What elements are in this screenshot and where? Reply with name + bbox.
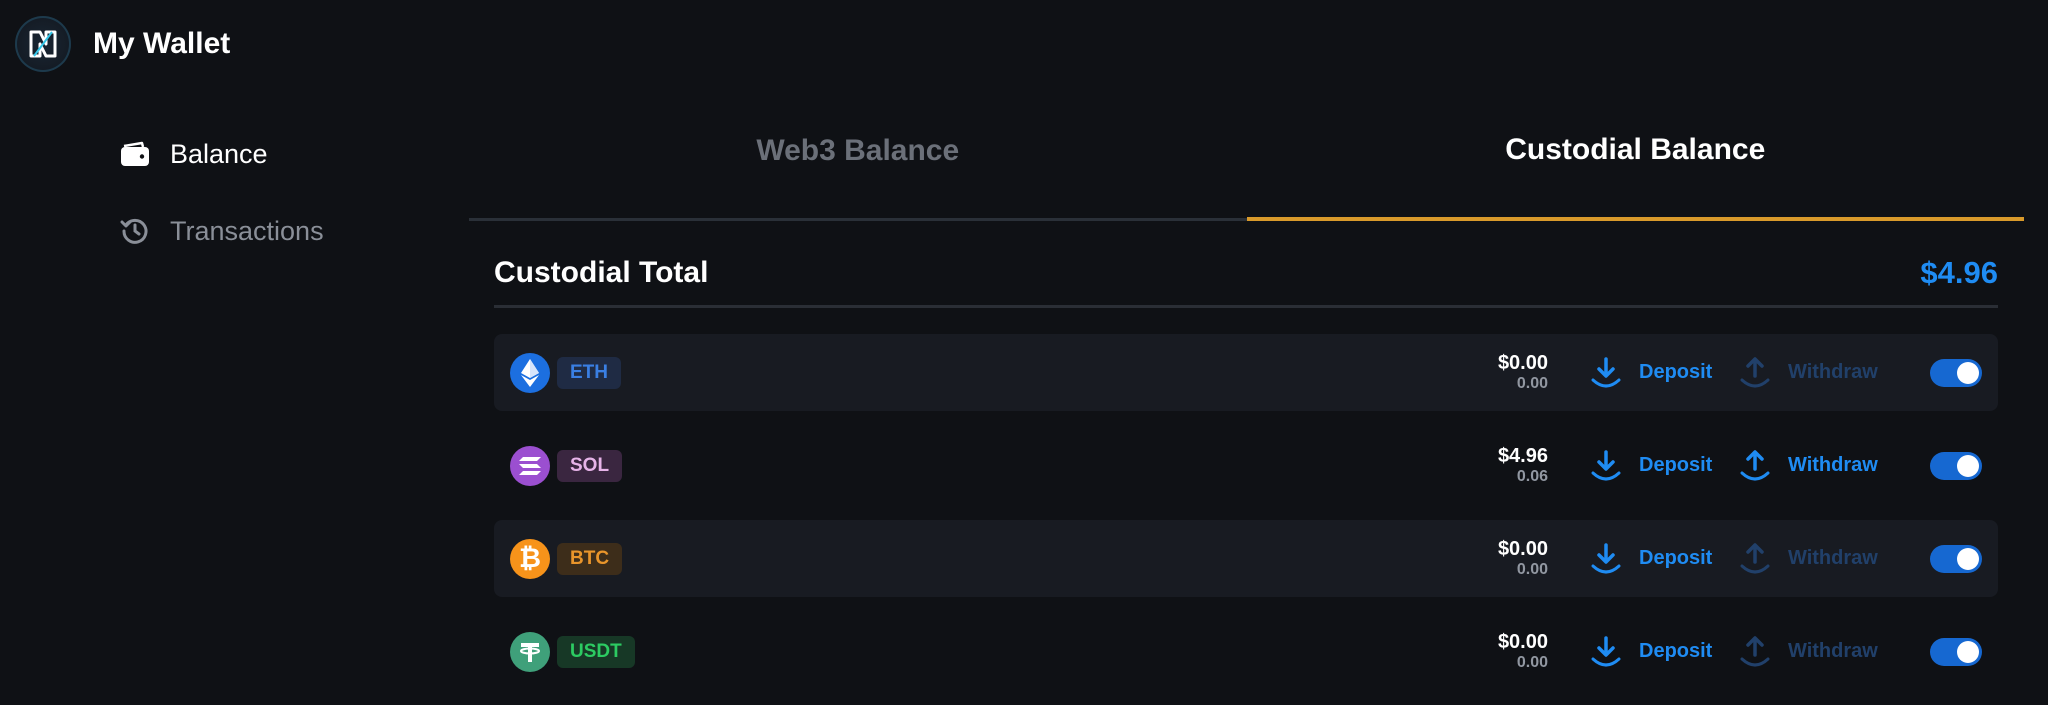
sidebar-item-label: Balance — [170, 139, 268, 169]
ticker-badge: USDT — [557, 635, 635, 668]
toggle-knob — [1957, 454, 1979, 477]
deposit-icon — [1591, 542, 1621, 573]
toggle-knob — [1957, 547, 1979, 570]
usdt-icon — [510, 631, 550, 672]
usd-value: $0.00 — [1497, 537, 1548, 560]
eth-icon — [510, 352, 550, 393]
asset-amounts: $4.96 0.06 — [1498, 445, 1548, 487]
deposit-button[interactable]: Deposit — [1591, 635, 1712, 669]
sidebar-item-balance[interactable]: Balance — [120, 129, 268, 179]
withdraw-icon — [1740, 635, 1770, 666]
deposit-button[interactable]: Deposit — [1591, 356, 1712, 390]
asset-toggle[interactable] — [1930, 358, 1982, 387]
asset-row-eth: ETH $0.00 0.00 Deposit Withdraw — [494, 334, 1998, 411]
deposit-label: Deposit — [1639, 640, 1713, 662]
asset-row-usdt: USDT $0.00 0.00 Deposit Withdraw — [494, 613, 1998, 690]
ticker-badge: BTC — [557, 542, 623, 575]
toggle-knob — [1957, 640, 1979, 663]
withdraw-button[interactable]: Withdraw — [1740, 635, 1878, 669]
asset-amounts: $0.00 0.00 — [1498, 352, 1548, 394]
balance-tabs: Web3 Balance Custodial Balance — [469, 105, 2024, 221]
tab-custodial-balance[interactable]: Custodial Balance — [1246, 105, 2024, 221]
coin-quantity: 0.00 — [1516, 374, 1548, 392]
app-header: My Wallet — [0, 0, 2048, 88]
bitcoin-glyph: ₿ — [518, 543, 541, 574]
asset-row-sol: SOL $4.96 0.06 Deposit Withdraw — [494, 427, 1998, 504]
deposit-button[interactable]: Deposit — [1591, 542, 1712, 576]
toggle-knob — [1957, 361, 1979, 384]
withdraw-icon — [1740, 449, 1770, 480]
asset-toggle[interactable] — [1930, 637, 1982, 666]
total-value: $4.96 — [1920, 254, 1998, 290]
deposit-label: Deposit — [1639, 361, 1713, 383]
withdraw-button[interactable]: Withdraw — [1740, 449, 1878, 483]
deposit-label: Deposit — [1639, 454, 1713, 476]
withdraw-icon — [1740, 356, 1770, 387]
coin-quantity: 0.06 — [1516, 467, 1548, 485]
withdraw-label: Withdraw — [1788, 640, 1878, 662]
sidebar-item-label: Transactions — [170, 216, 324, 246]
asset-row-btc: ₿ BTC $0.00 0.00 Deposit Withdraw — [494, 520, 1998, 597]
withdraw-label: Withdraw — [1788, 454, 1878, 476]
nx-logo-icon[interactable] — [15, 16, 71, 72]
usd-value: $0.00 — [1497, 630, 1548, 653]
sol-icon — [510, 445, 550, 486]
tab-web3-balance[interactable]: Web3 Balance — [469, 105, 1247, 221]
deposit-icon — [1591, 635, 1621, 666]
asset-amounts: $0.00 0.00 — [1498, 538, 1548, 580]
deposit-button[interactable]: Deposit — [1591, 449, 1712, 483]
coin-quantity: 0.00 — [1516, 653, 1548, 671]
ticker-badge: ETH — [557, 356, 621, 389]
asset-toggle[interactable] — [1930, 451, 1982, 480]
deposit-icon — [1591, 356, 1621, 387]
custodial-total-row: Custodial Total $4.96 — [494, 240, 1998, 308]
sidebar-item-transactions[interactable]: Transactions — [120, 206, 324, 256]
history-icon — [120, 216, 150, 246]
coin-quantity: 0.00 — [1516, 560, 1548, 578]
withdraw-icon — [1740, 542, 1770, 573]
usd-value: $0.00 — [1497, 351, 1548, 374]
asset-amounts: $0.00 0.00 — [1498, 631, 1548, 673]
withdraw-button[interactable]: Withdraw — [1740, 356, 1878, 390]
wallet-icon — [120, 139, 150, 169]
usd-value: $4.96 — [1497, 444, 1548, 467]
asset-toggle[interactable] — [1930, 544, 1982, 573]
deposit-icon — [1591, 449, 1621, 480]
ticker-badge: SOL — [557, 449, 623, 482]
withdraw-label: Withdraw — [1788, 547, 1878, 569]
withdraw-label: Withdraw — [1788, 361, 1878, 383]
withdraw-button[interactable]: Withdraw — [1740, 542, 1878, 576]
total-label: Custodial Total — [494, 255, 709, 289]
app-title: My Wallet — [93, 27, 231, 60]
btc-icon: ₿ — [510, 538, 550, 579]
deposit-label: Deposit — [1639, 547, 1713, 569]
